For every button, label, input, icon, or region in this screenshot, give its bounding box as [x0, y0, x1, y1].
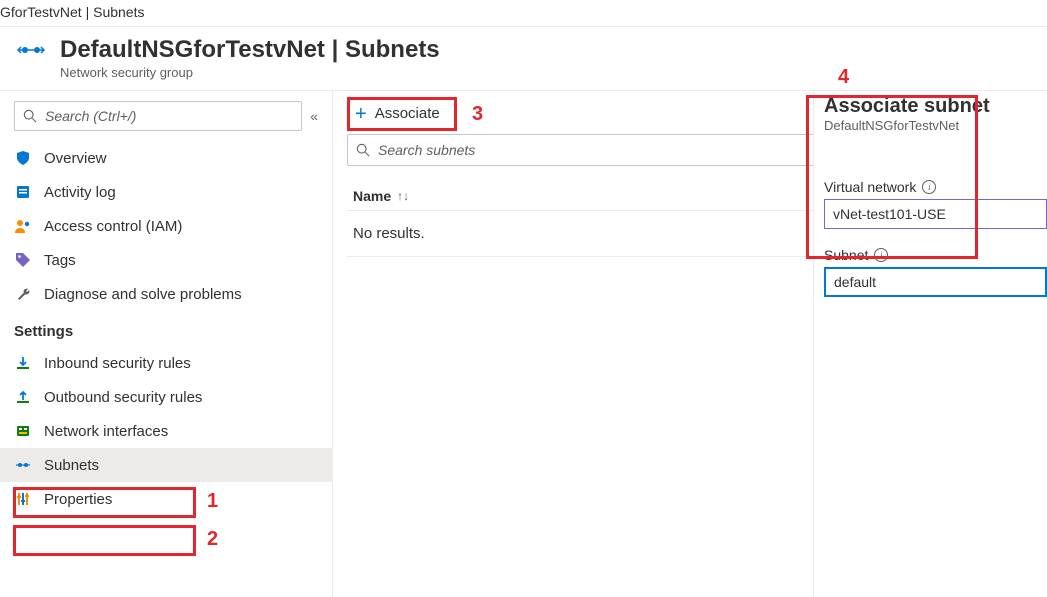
- sidebar-item-inbound-rules[interactable]: Inbound security rules: [0, 346, 332, 380]
- breadcrumb: GforTestvNet | Subnets: [0, 0, 1047, 27]
- sidebar-item-label: Subnets: [44, 457, 99, 474]
- sidebar-item-tags[interactable]: Tags: [0, 243, 332, 277]
- sidebar-item-diagnose[interactable]: Diagnose and solve problems: [0, 277, 332, 311]
- properties-icon: [14, 490, 32, 508]
- sort-icon: ↑↓: [397, 189, 409, 203]
- subnet-icon: [14, 456, 32, 474]
- page-header: DefaultNSGforTestvNet | Subnets Network …: [0, 27, 1047, 91]
- sidebar-item-iam[interactable]: Access control (IAM): [0, 209, 332, 243]
- page-subtitle: Network security group: [60, 65, 1047, 80]
- outbound-icon: [14, 388, 32, 406]
- log-icon: [14, 183, 32, 201]
- panel-subtitle: DefaultNSGforTestvNet: [820, 118, 1047, 151]
- sidebar-item-label: Tags: [44, 252, 76, 269]
- search-icon: [356, 143, 370, 157]
- sidebar-item-label: Network interfaces: [44, 423, 168, 440]
- sidebar-item-label: Diagnose and solve problems: [44, 286, 242, 303]
- vnet-dropdown[interactable]: vNet-test101-USE: [824, 199, 1047, 229]
- collapse-sidebar-button[interactable]: «: [310, 108, 318, 124]
- wrench-icon: [14, 285, 32, 303]
- sidebar: Search (Ctrl+/) « Overview Activity log …: [0, 91, 333, 597]
- info-icon[interactable]: i: [922, 180, 936, 194]
- sidebar-item-label: Access control (IAM): [44, 218, 182, 235]
- shield-icon: [14, 149, 32, 167]
- page-title: DefaultNSGforTestvNet | Subnets: [60, 36, 440, 64]
- plus-icon: +: [355, 106, 367, 122]
- sidebar-section-settings: Settings: [0, 311, 332, 346]
- sidebar-item-network-interfaces[interactable]: Network interfaces: [0, 414, 332, 448]
- sidebar-item-activity-log[interactable]: Activity log: [0, 175, 332, 209]
- associate-button[interactable]: + Associate: [347, 101, 448, 126]
- inbound-icon: [14, 354, 32, 372]
- subnet-dropdown[interactable]: default: [824, 267, 1047, 297]
- sidebar-item-subnets[interactable]: Subnets: [0, 448, 332, 482]
- sidebar-item-overview[interactable]: Overview: [0, 141, 332, 175]
- search-icon: [23, 109, 37, 123]
- sidebar-item-properties[interactable]: Properties: [0, 482, 332, 516]
- nsg-icon: [14, 33, 48, 67]
- associate-subnet-panel: Associate subnet DefaultNSGforTestvNet V…: [813, 91, 1047, 597]
- nic-icon: [14, 422, 32, 440]
- vnet-field-label: Virtual network i: [820, 179, 1047, 199]
- tag-icon: [14, 251, 32, 269]
- sidebar-item-outbound-rules[interactable]: Outbound security rules: [0, 380, 332, 414]
- sidebar-item-label: Outbound security rules: [44, 389, 202, 406]
- subnet-field-label: Subnet i: [820, 247, 1047, 267]
- sidebar-item-label: Activity log: [44, 184, 116, 201]
- sidebar-search-input[interactable]: Search (Ctrl+/): [14, 101, 302, 131]
- info-icon[interactable]: i: [874, 248, 888, 262]
- sidebar-item-label: Inbound security rules: [44, 355, 191, 372]
- iam-icon: [14, 217, 32, 235]
- sidebar-item-label: Overview: [44, 150, 107, 167]
- panel-title: Associate subnet: [820, 91, 1047, 118]
- sidebar-item-label: Properties: [44, 491, 112, 508]
